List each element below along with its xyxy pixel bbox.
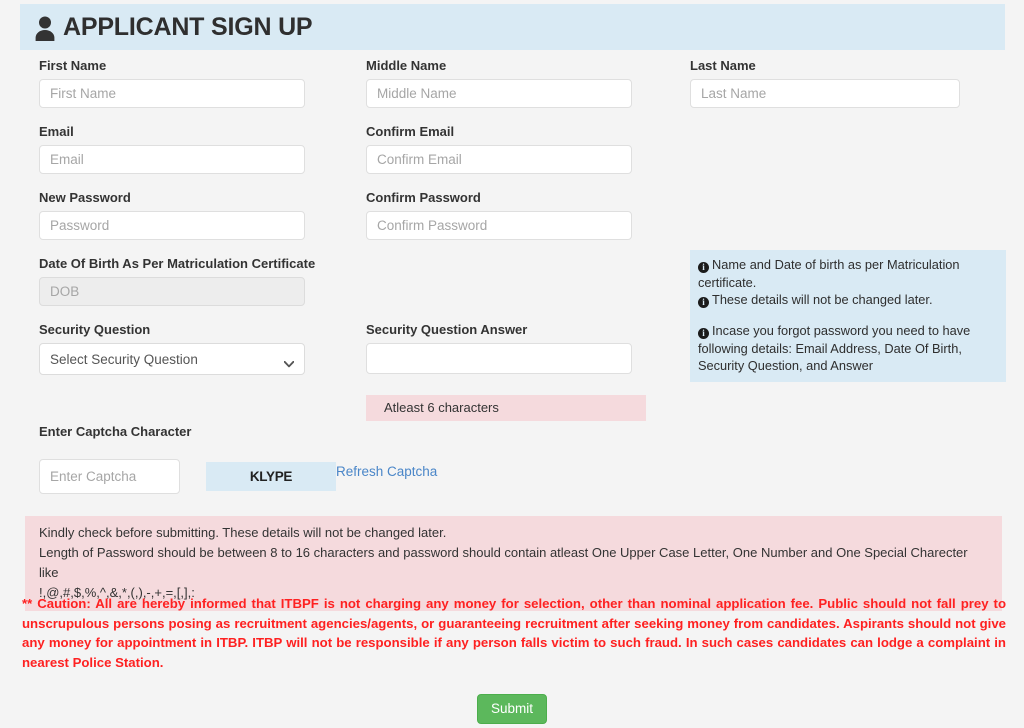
label-security-question: Security Question: [39, 322, 151, 337]
info-icon: i: [698, 328, 709, 339]
info-line: i Name and Date of birth as per Matricula…: [698, 256, 996, 291]
middle-name-input[interactable]: [366, 79, 632, 108]
label-confirm-password: Confirm Password: [366, 190, 481, 205]
label-middle-name: Middle Name: [366, 58, 447, 73]
info-box-name-dob: i Name and Date of birth as per Matricula…: [690, 250, 1006, 316]
signup-page: APPLICANT SIGN UP First Name Middle Name…: [0, 0, 1024, 728]
field-group-email: Email: [39, 124, 305, 174]
notice-line-1: Kindly check before submitting. These de…: [39, 525, 447, 540]
security-answer-hint: Atleast 6 characters: [366, 395, 646, 421]
info-icon: i: [698, 262, 709, 273]
page-title: APPLICANT SIGN UP: [63, 12, 313, 41]
info-text: Incase you forgot password you need to h…: [698, 323, 971, 373]
page-header: APPLICANT SIGN UP: [20, 4, 1005, 50]
field-group-confirm-password: Confirm Password: [366, 190, 632, 240]
person-icon: [34, 15, 56, 41]
field-group-new-password: New Password: [39, 190, 305, 240]
info-line: i Incase you forgot password you need to …: [698, 322, 996, 375]
label-captcha: Enter Captcha Character: [39, 424, 192, 439]
label-new-password: New Password: [39, 190, 131, 205]
field-group-middle-name: Middle Name: [366, 58, 632, 108]
security-answer-input[interactable]: [366, 343, 632, 374]
info-box-forgot-password: i Incase you forgot password you need to …: [690, 316, 1006, 382]
last-name-input[interactable]: [690, 79, 960, 108]
field-group-security-answer: Security Question Answer Atleast 6 chara…: [366, 322, 646, 421]
confirm-password-input[interactable]: [366, 211, 632, 240]
email-input[interactable]: [39, 145, 305, 174]
field-group-confirm-email: Confirm Email: [366, 124, 632, 174]
label-dob: Date Of Birth As Per Matriculation Certi…: [39, 256, 316, 271]
captcha-image: KLYPE: [206, 462, 336, 491]
confirm-email-input[interactable]: [366, 145, 632, 174]
refresh-captcha-link[interactable]: Refresh Captcha: [336, 464, 437, 479]
submit-button[interactable]: Submit: [476, 694, 548, 724]
info-icon: i: [698, 297, 709, 308]
field-group-security-question: Security Question Select Security Questi…: [39, 322, 305, 375]
field-group-dob: Date Of Birth As Per Matriculation Certi…: [39, 256, 316, 306]
captcha-input[interactable]: [39, 459, 180, 494]
first-name-input[interactable]: [39, 79, 305, 108]
caution-notice: ** Caution: All are hereby informed that…: [22, 596, 1006, 670]
label-last-name: Last Name: [690, 58, 756, 73]
info-text: Name and Date of birth as per Matriculat…: [698, 257, 960, 290]
label-first-name: First Name: [39, 58, 107, 73]
security-question-select[interactable]: Select Security Question: [39, 343, 305, 375]
info-line: i These details will not be changed later…: [698, 291, 996, 309]
dob-input[interactable]: [39, 277, 305, 306]
submit-row: Submit: [0, 694, 1024, 724]
field-group-first-name: First Name: [39, 58, 305, 108]
new-password-input[interactable]: [39, 211, 305, 240]
field-group-captcha: Enter Captcha Character: [39, 424, 305, 445]
field-group-last-name: Last Name: [690, 58, 960, 108]
label-email: Email: [39, 124, 74, 139]
label-security-answer: Security Question Answer: [366, 322, 528, 337]
info-text: These details will not be changed later.: [712, 292, 933, 307]
label-confirm-email: Confirm Email: [366, 124, 455, 139]
notice-line-2: Length of Password should be between 8 t…: [39, 545, 968, 580]
